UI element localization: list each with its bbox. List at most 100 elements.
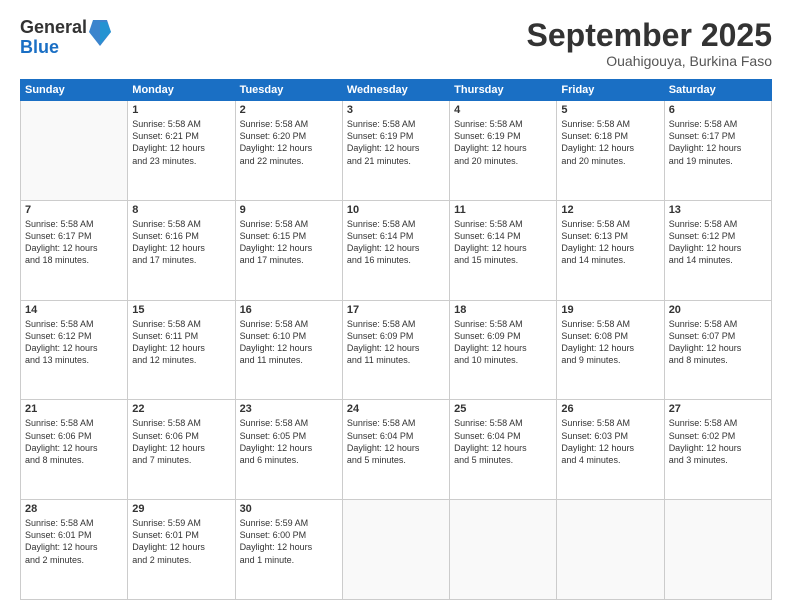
table-row: 10 Sunrise: 5:58 AM Sunset: 6:14 PM Dayli… xyxy=(342,200,449,300)
day-number: 5 xyxy=(561,104,659,116)
col-wednesday: Wednesday xyxy=(342,80,449,101)
cell-info: Sunrise: 5:58 AM Sunset: 6:03 PM Dayligh… xyxy=(561,417,659,466)
logo-icon xyxy=(89,18,111,48)
cell-info: Sunrise: 5:58 AM Sunset: 6:09 PM Dayligh… xyxy=(454,318,552,367)
col-friday: Friday xyxy=(557,80,664,101)
day-number: 11 xyxy=(454,204,552,216)
calendar-week-row: 1 Sunrise: 5:58 AM Sunset: 6:21 PM Daylig… xyxy=(21,101,772,201)
day-number: 4 xyxy=(454,104,552,116)
day-number: 15 xyxy=(132,304,230,316)
day-number: 2 xyxy=(240,104,338,116)
table-row: 25 Sunrise: 5:58 AM Sunset: 6:04 PM Dayli… xyxy=(450,400,557,500)
cell-info: Sunrise: 5:58 AM Sunset: 6:07 PM Dayligh… xyxy=(669,318,767,367)
calendar-week-row: 7Sunrise: 5:58 AM Sunset: 6:17 PM Daylig… xyxy=(21,200,772,300)
cell-info: Sunrise: 5:58 AM Sunset: 6:18 PM Dayligh… xyxy=(561,118,659,167)
table-row: 4 Sunrise: 5:58 AM Sunset: 6:19 PM Daylig… xyxy=(450,101,557,201)
cell-info: Sunrise: 5:58 AM Sunset: 6:02 PM Dayligh… xyxy=(669,417,767,466)
cell-info: Sunrise: 5:58 AM Sunset: 6:01 PM Dayligh… xyxy=(25,517,123,566)
day-number: 25 xyxy=(454,403,552,415)
header: General Blue September 2025 Ouahigouya, … xyxy=(20,18,772,69)
day-number: 17 xyxy=(347,304,445,316)
table-row: 24Sunrise: 5:58 AM Sunset: 6:04 PM Dayli… xyxy=(342,400,449,500)
day-number: 3 xyxy=(347,104,445,116)
day-number: 13 xyxy=(669,204,767,216)
table-row: 8 Sunrise: 5:58 AM Sunset: 6:16 PM Daylig… xyxy=(128,200,235,300)
logo-text: General Blue xyxy=(20,18,87,58)
cell-info: Sunrise: 5:58 AM Sunset: 6:05 PM Dayligh… xyxy=(240,417,338,466)
table-row xyxy=(21,101,128,201)
day-number: 30 xyxy=(240,503,338,515)
page: General Blue September 2025 Ouahigouya, … xyxy=(0,0,792,612)
cell-info: Sunrise: 5:58 AM Sunset: 6:04 PM Dayligh… xyxy=(454,417,552,466)
col-tuesday: Tuesday xyxy=(235,80,342,101)
cell-info: Sunrise: 5:58 AM Sunset: 6:17 PM Dayligh… xyxy=(25,218,123,267)
table-row: 27 Sunrise: 5:58 AM Sunset: 6:02 PM Dayli… xyxy=(664,400,771,500)
day-number: 23 xyxy=(240,403,338,415)
location: Ouahigouya, Burkina Faso xyxy=(527,53,772,69)
day-number: 28 xyxy=(25,503,123,515)
day-number: 10 xyxy=(347,204,445,216)
table-row: 5 Sunrise: 5:58 AM Sunset: 6:18 PM Daylig… xyxy=(557,101,664,201)
cell-info: Sunrise: 5:59 AM Sunset: 6:01 PM Dayligh… xyxy=(132,517,230,566)
calendar-table: Sunday Monday Tuesday Wednesday Thursday… xyxy=(20,79,772,600)
cell-info: Sunrise: 5:58 AM Sunset: 6:11 PM Dayligh… xyxy=(132,318,230,367)
table-row: 21Sunrise: 5:58 AM Sunset: 6:06 PM Dayli… xyxy=(21,400,128,500)
table-row: 30 Sunrise: 5:59 AM Sunset: 6:00 PM Dayli… xyxy=(235,500,342,600)
col-sunday: Sunday xyxy=(21,80,128,101)
table-row xyxy=(557,500,664,600)
day-number: 27 xyxy=(669,403,767,415)
day-number: 29 xyxy=(132,503,230,515)
calendar-week-row: 14Sunrise: 5:58 AM Sunset: 6:12 PM Dayli… xyxy=(21,300,772,400)
day-number: 19 xyxy=(561,304,659,316)
day-number: 12 xyxy=(561,204,659,216)
cell-info: Sunrise: 5:58 AM Sunset: 6:08 PM Dayligh… xyxy=(561,318,659,367)
day-number: 9 xyxy=(240,204,338,216)
table-row: 22 Sunrise: 5:58 AM Sunset: 6:06 PM Dayli… xyxy=(128,400,235,500)
table-row: 14Sunrise: 5:58 AM Sunset: 6:12 PM Dayli… xyxy=(21,300,128,400)
cell-info: Sunrise: 5:58 AM Sunset: 6:19 PM Dayligh… xyxy=(454,118,552,167)
cell-info: Sunrise: 5:58 AM Sunset: 6:04 PM Dayligh… xyxy=(347,417,445,466)
title-block: September 2025 Ouahigouya, Burkina Faso xyxy=(527,18,772,69)
cell-info: Sunrise: 5:58 AM Sunset: 6:09 PM Dayligh… xyxy=(347,318,445,367)
cell-info: Sunrise: 5:58 AM Sunset: 6:20 PM Dayligh… xyxy=(240,118,338,167)
day-number: 21 xyxy=(25,403,123,415)
table-row: 20 Sunrise: 5:58 AM Sunset: 6:07 PM Dayli… xyxy=(664,300,771,400)
table-row xyxy=(664,500,771,600)
calendar-header-row: Sunday Monday Tuesday Wednesday Thursday… xyxy=(21,80,772,101)
day-number: 22 xyxy=(132,403,230,415)
table-row xyxy=(450,500,557,600)
cell-info: Sunrise: 5:58 AM Sunset: 6:17 PM Dayligh… xyxy=(669,118,767,167)
cell-info: Sunrise: 5:58 AM Sunset: 6:12 PM Dayligh… xyxy=(669,218,767,267)
day-number: 1 xyxy=(132,104,230,116)
table-row: 9 Sunrise: 5:58 AM Sunset: 6:15 PM Daylig… xyxy=(235,200,342,300)
day-number: 20 xyxy=(669,304,767,316)
cell-info: Sunrise: 5:58 AM Sunset: 6:21 PM Dayligh… xyxy=(132,118,230,167)
table-row: 19 Sunrise: 5:58 AM Sunset: 6:08 PM Dayli… xyxy=(557,300,664,400)
table-row: 11Sunrise: 5:58 AM Sunset: 6:14 PM Dayli… xyxy=(450,200,557,300)
table-row: 16 Sunrise: 5:58 AM Sunset: 6:10 PM Dayli… xyxy=(235,300,342,400)
calendar-week-row: 28 Sunrise: 5:58 AM Sunset: 6:01 PM Dayli… xyxy=(21,500,772,600)
day-number: 16 xyxy=(240,304,338,316)
cell-info: Sunrise: 5:58 AM Sunset: 6:14 PM Dayligh… xyxy=(347,218,445,267)
cell-info: Sunrise: 5:59 AM Sunset: 6:00 PM Dayligh… xyxy=(240,517,338,566)
table-row: 6 Sunrise: 5:58 AM Sunset: 6:17 PM Daylig… xyxy=(664,101,771,201)
cell-info: Sunrise: 5:58 AM Sunset: 6:06 PM Dayligh… xyxy=(132,417,230,466)
table-row: 29 Sunrise: 5:59 AM Sunset: 6:01 PM Dayli… xyxy=(128,500,235,600)
table-row: 7Sunrise: 5:58 AM Sunset: 6:17 PM Daylig… xyxy=(21,200,128,300)
cell-info: Sunrise: 5:58 AM Sunset: 6:10 PM Dayligh… xyxy=(240,318,338,367)
table-row: 12Sunrise: 5:58 AM Sunset: 6:13 PM Dayli… xyxy=(557,200,664,300)
table-row: 28 Sunrise: 5:58 AM Sunset: 6:01 PM Dayli… xyxy=(21,500,128,600)
cell-info: Sunrise: 5:58 AM Sunset: 6:16 PM Dayligh… xyxy=(132,218,230,267)
table-row: 2 Sunrise: 5:58 AM Sunset: 6:20 PM Daylig… xyxy=(235,101,342,201)
col-monday: Monday xyxy=(128,80,235,101)
calendar-week-row: 21 Sunrise: 5:58 AM Sunset: 6:06 PM Dayli… xyxy=(21,400,772,500)
day-number: 6 xyxy=(669,104,767,116)
cell-info: Sunrise: 5:58 AM Sunset: 6:15 PM Dayligh… xyxy=(240,218,338,267)
col-saturday: Saturday xyxy=(664,80,771,101)
table-row: 23 Sunrise: 5:58 AM Sunset: 6:05 PM Dayli… xyxy=(235,400,342,500)
logo: General Blue xyxy=(20,18,111,58)
day-number: 8 xyxy=(132,204,230,216)
table-row: 15 Sunrise: 5:58 AM Sunset: 6:11 PM Dayli… xyxy=(128,300,235,400)
table-row xyxy=(342,500,449,600)
table-row: 1 Sunrise: 5:58 AM Sunset: 6:21 PM Daylig… xyxy=(128,101,235,201)
